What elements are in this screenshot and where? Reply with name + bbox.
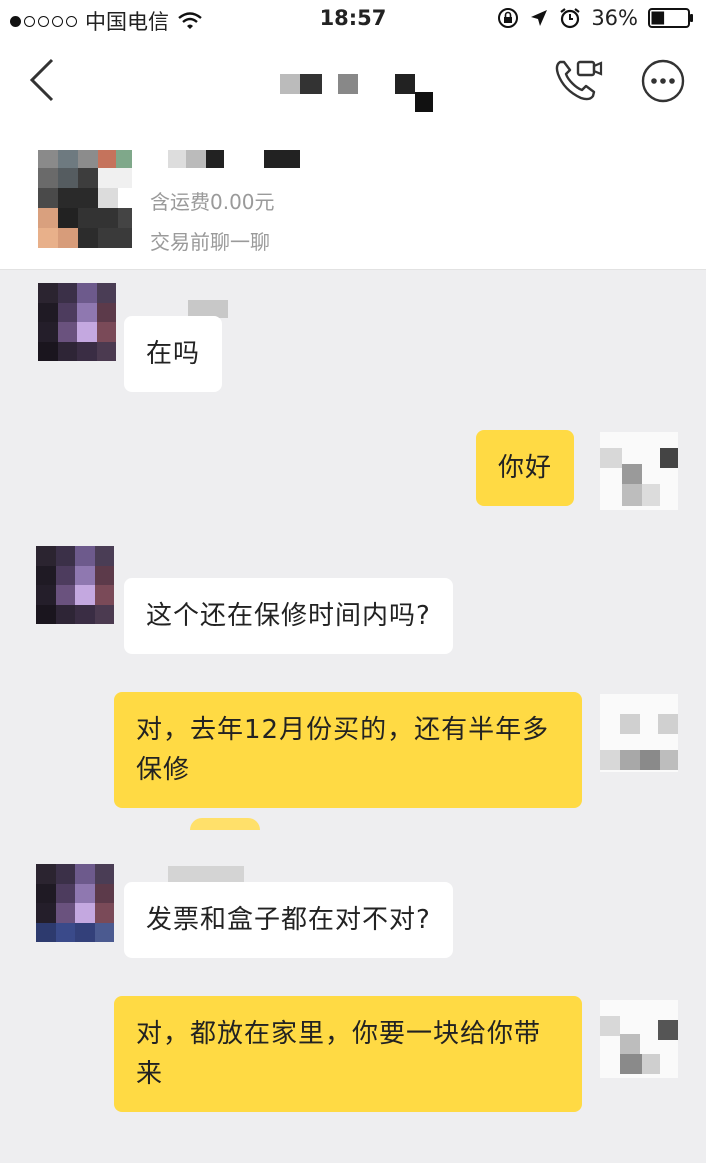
product-image: [38, 150, 132, 266]
back-icon[interactable]: [24, 56, 64, 104]
location-icon: [531, 10, 548, 26]
message-bubble-outgoing: 你好: [476, 430, 575, 506]
message-bubble-outgoing: 对，去年12月份买的，还有半年多保修: [114, 692, 582, 808]
avatar[interactable]: [36, 864, 114, 942]
product-card[interactable]: 含运费0.00元 交易前聊一聊: [0, 122, 706, 270]
nav-bar: [0, 40, 706, 122]
bubble-decoration: [190, 818, 260, 830]
rotation-lock-icon: [498, 8, 519, 28]
avatar[interactable]: [36, 546, 114, 624]
my-avatar[interactable]: [600, 432, 678, 510]
message-bubble-outgoing: 对，都放在家里，你要一块给你带来: [114, 996, 582, 1112]
status-bar: 中国电信 18:57 36%: [0, 0, 706, 40]
my-avatar[interactable]: [600, 694, 678, 772]
more-icon[interactable]: [640, 58, 686, 104]
my-avatar[interactable]: [600, 1000, 678, 1078]
shipping-fee: 含运费0.00元: [150, 190, 275, 214]
battery-icon: [648, 8, 693, 28]
chat-screen: 中国电信 18:57 36% 含运费0.00元 交易前聊一聊 在吗 你好 这个还…: [0, 0, 706, 1163]
video-call-icon[interactable]: [554, 58, 604, 102]
alarm-icon: [560, 8, 580, 29]
avatar[interactable]: [38, 283, 116, 361]
battery-percent: 36%: [591, 6, 638, 30]
product-title-blurred: [168, 148, 308, 172]
status-right: 36%: [497, 6, 694, 30]
message-bubble-incoming: 在吗: [124, 316, 223, 392]
message-bubble-incoming: 这个还在保修时间内吗?: [124, 578, 453, 654]
message-bubble-incoming: 发票和盒子都在对不对?: [124, 882, 453, 958]
chat-hint: 交易前聊一聊: [150, 230, 270, 254]
